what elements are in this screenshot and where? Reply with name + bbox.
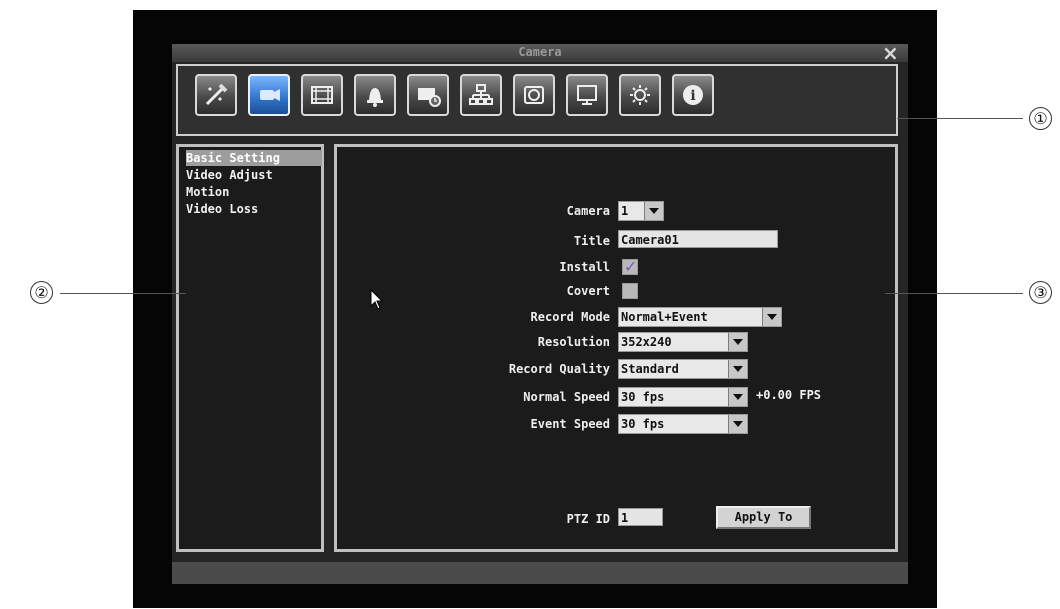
normal-speed-select[interactable]: 30 fps	[618, 387, 748, 407]
apply-to-button[interactable]: Apply To	[716, 506, 811, 529]
install-checkbox[interactable]	[622, 257, 638, 276]
normal-speed-label: Normal Speed	[523, 390, 610, 404]
device-icon[interactable]	[513, 74, 555, 116]
callout-2: ②	[30, 281, 53, 304]
close-icon[interactable]: ×	[882, 43, 899, 63]
title-field[interactable]: Camera01	[618, 230, 778, 248]
resolution-label: Resolution	[537, 335, 610, 349]
status-bar	[172, 562, 908, 584]
camera-value: 1	[621, 204, 629, 218]
camera-select[interactable]: 1	[618, 201, 664, 221]
covert-checkbox[interactable]	[622, 283, 638, 299]
chevron-down-icon[interactable]	[728, 333, 747, 351]
install-label: Install	[559, 260, 610, 274]
normal-speed-extra: +0.00 FPS	[756, 388, 822, 402]
title-label: Title	[573, 234, 610, 248]
system-icon[interactable]	[619, 74, 661, 116]
display-icon[interactable]	[566, 74, 608, 116]
chevron-down-icon[interactable]	[728, 415, 747, 433]
record-quality-select[interactable]: Standard	[618, 359, 748, 379]
chevron-down-icon[interactable]	[644, 202, 663, 220]
settings-content	[334, 144, 898, 552]
callout-line-2	[60, 293, 186, 294]
svg-text:i: i	[690, 88, 695, 104]
record-mode-label: Record Mode	[530, 310, 610, 324]
camera-icon[interactable]	[248, 74, 290, 116]
schedule-icon[interactable]	[407, 74, 449, 116]
record-quality-value: Standard	[621, 362, 679, 376]
ptz-id-field[interactable]: 1	[618, 508, 663, 526]
event-speed-label: Event Speed	[530, 417, 610, 431]
chevron-down-icon[interactable]	[762, 308, 781, 326]
chevron-down-icon[interactable]	[728, 360, 747, 378]
callout-line-3	[885, 293, 1023, 294]
record-quality-label: Record Quality	[508, 362, 610, 376]
covert-label: Covert	[566, 284, 610, 298]
menu-item-motion[interactable]: Motion	[186, 184, 322, 200]
callout-3: ③	[1029, 281, 1052, 304]
menu-item-video-adjust[interactable]: Video Adjust	[186, 167, 322, 183]
camera-label: Camera	[566, 204, 610, 218]
resolution-value: 352x240	[621, 335, 672, 349]
callout-1: ①	[1029, 107, 1052, 130]
title-bar: Camera	[172, 44, 908, 62]
record-mode-value: Normal+Event	[621, 310, 708, 324]
mouse-cursor-icon	[370, 289, 384, 310]
window-title: Camera	[518, 45, 562, 59]
alarm-icon[interactable]	[354, 74, 396, 116]
record-mode-select[interactable]: Normal+Event	[618, 307, 782, 327]
network-icon[interactable]	[460, 74, 502, 116]
menu-item-basic-setting[interactable]: Basic Setting	[186, 150, 322, 166]
event-speed-value: 30 fps	[621, 417, 665, 431]
menu-item-video-loss[interactable]: Video Loss	[186, 201, 322, 217]
record-icon[interactable]	[301, 74, 343, 116]
normal-speed-value: 30 fps	[621, 390, 665, 404]
callout-line-1	[897, 118, 1023, 119]
info-icon[interactable]: i	[672, 74, 714, 116]
ptz-id-label: PTZ ID	[566, 512, 610, 526]
event-speed-select[interactable]: 30 fps	[618, 414, 748, 434]
chevron-down-icon[interactable]	[728, 388, 747, 406]
resolution-select[interactable]: 352x240	[618, 332, 748, 352]
quick-setup-icon[interactable]	[195, 74, 237, 116]
